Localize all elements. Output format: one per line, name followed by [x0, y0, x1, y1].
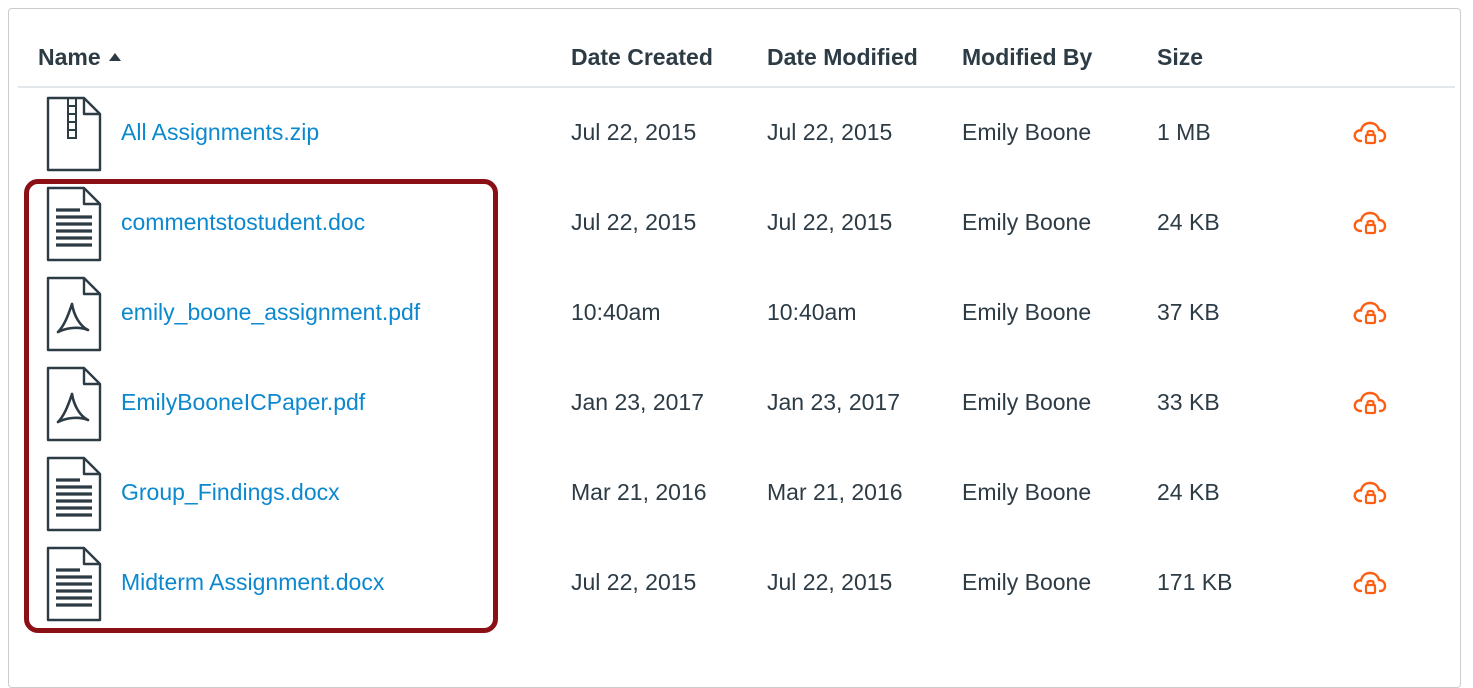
column-header-size[interactable]: Size	[1157, 44, 1203, 71]
date-created-cell: Mar 21, 2016	[571, 479, 707, 505]
date-modified-cell: 10:40am	[767, 299, 857, 325]
size-cell: 24 KB	[1157, 479, 1220, 505]
table-row: EmilyBooneICPaper.pdf Jan 23, 2017 Jan 23,…	[0, 359, 1473, 449]
date-modified-cell: Jan 23, 2017	[767, 389, 901, 415]
column-header-name-label: Name	[38, 44, 101, 70]
table-header: Name Date Created Date Modified Modified…	[18, 30, 1455, 88]
date-created-cell: Jul 22, 2015	[571, 209, 697, 235]
pdf-file-icon	[46, 366, 102, 442]
cloud-lock-icon[interactable]	[1352, 299, 1388, 329]
modified-by-cell: Emily Boone	[962, 389, 1092, 415]
column-header-date-created[interactable]: Date Created	[571, 44, 713, 71]
date-modified-cell: Jul 22, 2015	[767, 119, 893, 145]
table-row: All Assignments.zip Jul 22, 2015 Jul 22, 2…	[0, 89, 1473, 179]
date-created-cell: Jul 22, 2015	[571, 119, 697, 145]
table-row: Group_Findings.docx Mar 21, 2016 Mar 21, 2…	[0, 449, 1473, 539]
modified-by-cell: Emily Boone	[962, 209, 1092, 235]
file-name-link[interactable]: Group_Findings.docx	[121, 479, 340, 506]
column-header-modified-by[interactable]: Modified By	[962, 44, 1092, 71]
modified-by-cell: Emily Boone	[962, 299, 1092, 325]
column-header-date-modified[interactable]: Date Modified	[767, 44, 918, 71]
cloud-lock-icon[interactable]	[1352, 479, 1388, 509]
date-created-cell: Jan 23, 2017	[571, 389, 705, 415]
file-name-link[interactable]: All Assignments.zip	[121, 119, 319, 146]
size-cell: 33 KB	[1157, 389, 1220, 415]
document-file-icon	[46, 186, 102, 262]
size-cell: 37 KB	[1157, 299, 1220, 325]
file-name-link[interactable]: emily_boone_assignment.pdf	[121, 299, 420, 326]
date-modified-cell: Jul 22, 2015	[767, 209, 893, 235]
table-row: Midterm Assignment.docx Jul 22, 2015 Jul 2…	[0, 539, 1473, 629]
cloud-lock-icon[interactable]	[1352, 569, 1388, 599]
size-cell: 171 KB	[1157, 569, 1233, 595]
cloud-lock-icon[interactable]	[1352, 209, 1388, 239]
date-modified-cell: Mar 21, 2016	[767, 479, 903, 505]
sort-ascending-icon	[108, 52, 121, 61]
file-name-link[interactable]: EmilyBooneICPaper.pdf	[121, 389, 365, 416]
modified-by-cell: Emily Boone	[962, 479, 1092, 505]
date-created-cell: 10:40am	[571, 299, 661, 325]
file-name-link[interactable]: Midterm Assignment.docx	[121, 569, 384, 596]
size-cell: 1 MB	[1157, 119, 1211, 145]
document-file-icon	[46, 456, 102, 532]
modified-by-cell: Emily Boone	[962, 119, 1092, 145]
modified-by-cell: Emily Boone	[962, 569, 1092, 595]
table-row: commentstostudent.doc Jul 22, 2015 Jul 22,…	[0, 179, 1473, 269]
cloud-lock-icon[interactable]	[1352, 119, 1388, 149]
file-name-link[interactable]: commentstostudent.doc	[121, 209, 365, 236]
table-row: emily_boone_assignment.pdf 10:40am 10:40am…	[0, 269, 1473, 359]
zip-file-icon	[46, 96, 102, 172]
document-file-icon	[46, 546, 102, 622]
pdf-file-icon	[46, 276, 102, 352]
cloud-lock-icon[interactable]	[1352, 389, 1388, 419]
column-header-name[interactable]: Name	[38, 44, 121, 71]
date-created-cell: Jul 22, 2015	[571, 569, 697, 595]
date-modified-cell: Jul 22, 2015	[767, 569, 893, 595]
size-cell: 24 KB	[1157, 209, 1220, 235]
